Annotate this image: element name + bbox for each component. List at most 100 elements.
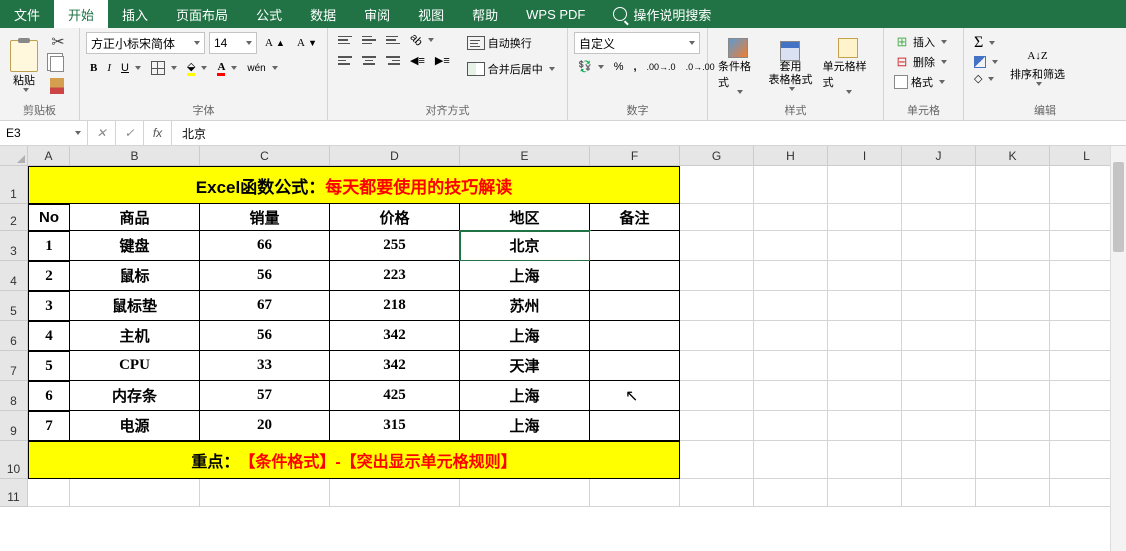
number-format-combo[interactable]: 自定义 — [574, 32, 700, 54]
cell[interactable] — [754, 441, 828, 479]
cell[interactable] — [976, 441, 1050, 479]
table-cell[interactable]: 3 — [28, 291, 70, 321]
table-cell[interactable]: 主机 — [70, 321, 200, 351]
align-left-button[interactable] — [334, 52, 356, 69]
copy-button[interactable] — [46, 54, 70, 74]
table-cell[interactable]: 67 — [200, 291, 330, 321]
cell[interactable] — [28, 479, 70, 507]
cell[interactable] — [828, 381, 902, 411]
cell[interactable] — [902, 291, 976, 321]
table-cell[interactable]: 内存条 — [70, 381, 200, 411]
name-box[interactable]: E3 — [0, 121, 88, 145]
accounting-format-button[interactable]: 💱 — [574, 58, 608, 75]
row-head-11[interactable]: 11 — [0, 479, 28, 507]
increase-font-button[interactable]: A▲ — [261, 35, 289, 51]
cell[interactable] — [680, 479, 754, 507]
title-banner[interactable]: Excel函数公式：每天都要使用的技巧解读 — [28, 166, 680, 204]
tab-review[interactable]: 审阅 — [350, 0, 404, 28]
cell[interactable] — [902, 166, 976, 204]
cell[interactable] — [902, 204, 976, 231]
orientation-button[interactable]: ab — [406, 32, 438, 48]
percent-button[interactable]: % — [610, 58, 628, 75]
table-cell[interactable]: 天津 — [460, 351, 590, 381]
cell[interactable] — [680, 321, 754, 351]
cell[interactable] — [754, 381, 828, 411]
table-cell[interactable]: 5 — [28, 351, 70, 381]
cancel-button[interactable]: ✕ — [88, 121, 116, 145]
table-cell[interactable]: 北京 — [460, 231, 590, 261]
cell[interactable] — [902, 479, 976, 507]
table-cell[interactable]: 鼠标 — [70, 261, 200, 291]
cell[interactable] — [680, 231, 754, 261]
tab-help[interactable]: 帮助 — [458, 0, 512, 28]
table-header[interactable]: 价格 — [330, 204, 460, 231]
table-cell[interactable]: 苏州 — [460, 291, 590, 321]
row-head-4[interactable]: 4 — [0, 261, 28, 291]
align-right-button[interactable] — [382, 52, 404, 69]
cut-button[interactable]: ✂ — [46, 32, 70, 52]
clear-button[interactable]: ◇ — [970, 70, 1002, 87]
cell[interactable] — [680, 411, 754, 441]
table-cell[interactable]: 上海 — [460, 261, 590, 291]
enter-button[interactable]: ✓ — [116, 121, 144, 145]
cell[interactable] — [680, 204, 754, 231]
format-as-table-button[interactable]: 套用 表格格式 — [766, 32, 814, 100]
row-head-3[interactable]: 3 — [0, 231, 28, 261]
col-head-F[interactable]: F — [590, 146, 680, 166]
table-header[interactable]: 销量 — [200, 204, 330, 231]
table-cell[interactable] — [590, 351, 680, 381]
cell[interactable] — [754, 166, 828, 204]
col-head-K[interactable]: K — [976, 146, 1050, 166]
table-cell[interactable] — [590, 411, 680, 441]
cell[interactable] — [680, 441, 754, 479]
font-size-combo[interactable]: 14 — [209, 32, 257, 54]
table-cell[interactable] — [590, 291, 680, 321]
table-cell[interactable]: CPU — [70, 351, 200, 381]
table-cell[interactable]: 4 — [28, 321, 70, 351]
cell[interactable] — [902, 231, 976, 261]
cell[interactable] — [976, 479, 1050, 507]
table-cell[interactable]: 56 — [200, 321, 330, 351]
align-center-button[interactable] — [358, 52, 380, 69]
cell[interactable] — [680, 351, 754, 381]
paste-button[interactable]: 粘贴 — [6, 32, 42, 100]
tab-wps[interactable]: WPS PDF — [512, 0, 599, 28]
row-head-5[interactable]: 5 — [0, 291, 28, 321]
autosum-button[interactable]: Σ — [970, 32, 1002, 54]
footer-banner[interactable]: 重点：【条件格式】-【突出显示单元格规则】 — [28, 441, 680, 479]
cell[interactable] — [976, 381, 1050, 411]
table-cell[interactable]: 20 — [200, 411, 330, 441]
fill-color-button[interactable]: ⬙ — [183, 58, 211, 78]
col-head-E[interactable]: E — [460, 146, 590, 166]
cell[interactable] — [828, 291, 902, 321]
cell[interactable] — [754, 411, 828, 441]
table-header[interactable]: 地区 — [460, 204, 590, 231]
cell[interactable] — [680, 166, 754, 204]
table-cell[interactable]: 218 — [330, 291, 460, 321]
table-header[interactable]: No — [28, 204, 70, 231]
cell[interactable] — [902, 411, 976, 441]
row-head-8[interactable]: 8 — [0, 381, 28, 411]
col-head-H[interactable]: H — [754, 146, 828, 166]
cell[interactable] — [828, 351, 902, 381]
sort-filter-button[interactable]: A↓Z排序和筛选 — [1006, 32, 1069, 100]
cell[interactable] — [754, 261, 828, 291]
cell[interactable] — [460, 479, 590, 507]
scrollbar-thumb[interactable] — [1113, 162, 1124, 252]
cell[interactable] — [902, 351, 976, 381]
table-cell[interactable]: 342 — [330, 351, 460, 381]
col-head-A[interactable]: A — [28, 146, 70, 166]
cell[interactable] — [828, 411, 902, 441]
table-cell[interactable]: 电源 — [70, 411, 200, 441]
fill-button[interactable] — [970, 54, 1002, 70]
row-head-1[interactable]: 1 — [0, 166, 28, 204]
wrap-text-button[interactable]: 自动换行 — [462, 32, 560, 54]
tab-insert[interactable]: 插入 — [108, 0, 162, 28]
cell[interactable] — [828, 204, 902, 231]
table-cell[interactable]: 上海 — [460, 411, 590, 441]
increase-decimal-button[interactable]: .00→.0 — [643, 58, 680, 75]
table-header[interactable]: 商品 — [70, 204, 200, 231]
row-head-10[interactable]: 10 — [0, 441, 28, 479]
cell[interactable] — [976, 261, 1050, 291]
row-head-2[interactable]: 2 — [0, 204, 28, 231]
